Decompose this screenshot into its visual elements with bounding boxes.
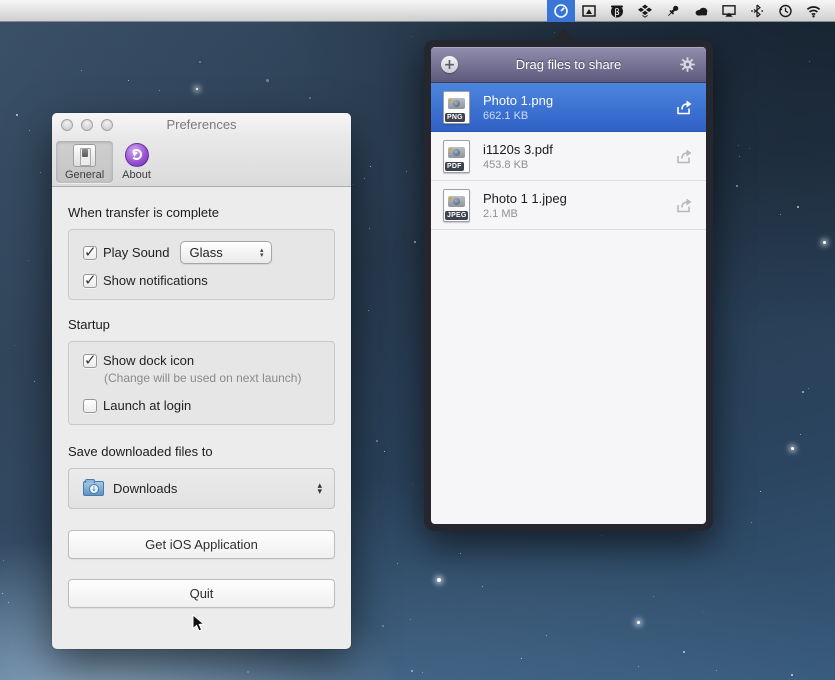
upload-tray-icon[interactable] <box>575 0 603 22</box>
sound-select-value: Glass <box>190 245 223 260</box>
file-name: Photo 1.png <box>483 93 674 108</box>
pin-icon[interactable] <box>659 0 687 22</box>
app-menubar-icon[interactable] <box>547 0 575 22</box>
downloads-folder-select[interactable]: ↓ Downloads ▴ ▾ <box>68 468 335 509</box>
file-row[interactable]: PDF i1120s 3.pdf 453.8 KB <box>431 132 706 181</box>
switch-icon <box>73 144 96 167</box>
quit-button[interactable]: Quit <box>68 579 335 608</box>
settings-button[interactable] <box>679 56 696 73</box>
tab-about-label: About <box>122 169 151 181</box>
cloud-icon[interactable] <box>687 0 715 22</box>
share-button[interactable] <box>674 197 694 214</box>
file-type-icon: PNG <box>443 91 470 124</box>
launch-at-login-checkbox[interactable]: ✓ <box>83 399 97 413</box>
file-type-icon: PDF <box>443 140 470 173</box>
show-notifications-checkbox[interactable]: ✓ <box>83 274 97 288</box>
bluetooth-icon[interactable] <box>743 0 771 22</box>
download-arrow-icon: ↓ <box>89 484 99 494</box>
add-file-button[interactable]: + <box>441 56 458 73</box>
play-sound-checkbox[interactable]: ✓ <box>83 246 97 260</box>
wifi-icon[interactable] <box>799 0 827 22</box>
file-type-badge: JPEG <box>445 211 468 220</box>
svg-text:β: β <box>614 8 620 18</box>
share-popover: + Drag files to share <box>424 40 713 531</box>
popover-arrow <box>552 29 576 40</box>
circular-arrow-icon <box>131 149 142 160</box>
startup-groupbox: ✓ Show dock icon (Change will be used on… <box>68 341 335 425</box>
launch-at-login-label[interactable]: Launch at login <box>103 398 191 413</box>
popover-header: + Drag files to share <box>431 47 706 83</box>
photo-thumbnail-icon <box>448 196 465 207</box>
traffic-lights <box>61 119 113 131</box>
timer-circle-icon <box>553 3 569 19</box>
get-ios-application-button[interactable]: Get iOS Application <box>68 530 335 559</box>
file-size: 662.1 KB <box>483 110 674 122</box>
share-arrow-icon <box>674 148 694 165</box>
airplay-icon[interactable] <box>715 0 743 22</box>
select-arrows-icon: ▴ ▾ <box>260 248 264 258</box>
titlebar[interactable]: Preferences <box>52 113 351 137</box>
dock-icon-note: (Change will be used on next launch) <box>104 371 320 385</box>
zoom-button[interactable] <box>101 119 113 131</box>
file-type-badge: PNG <box>445 113 465 122</box>
preferences-content: When transfer is complete ✓ Play Sound G… <box>52 187 351 608</box>
downloads-folder-value: Downloads <box>113 481 177 496</box>
about-app-icon <box>125 143 149 167</box>
tab-general[interactable]: General <box>56 141 113 183</box>
popover-title: Drag files to share <box>458 57 679 72</box>
transfer-groupbox: ✓ Play Sound Glass ▴ ▾ ✓ Show notificati… <box>68 229 335 300</box>
check-icon: ✓ <box>84 243 97 261</box>
photo-thumbnail-icon <box>448 147 465 158</box>
transfer-section-heading: When transfer is complete <box>68 205 335 220</box>
sound-select[interactable]: Glass ▴ ▾ <box>180 241 272 264</box>
select-arrows-icon: ▴ ▾ <box>317 483 322 495</box>
time-machine-icon[interactable] <box>771 0 799 22</box>
file-name: Photo 1 1.jpeg <box>483 191 674 206</box>
menu-bar-extras: β <box>547 0 827 22</box>
startup-section-heading: Startup <box>68 317 335 332</box>
file-name: i1120s 3.pdf <box>483 142 674 157</box>
play-sound-label[interactable]: Play Sound <box>103 245 170 260</box>
file-list: PNG Photo 1.png 662.1 KB PDF <box>431 83 706 524</box>
file-type-icon: JPEG <box>443 189 470 222</box>
dropbox-icon[interactable] <box>631 0 659 22</box>
menu-bar: β <box>0 0 835 22</box>
share-arrow-icon <box>674 197 694 214</box>
save-section-heading: Save downloaded files to <box>68 444 335 459</box>
share-button[interactable] <box>674 148 694 165</box>
mouse-cursor <box>192 614 205 633</box>
show-dock-icon-checkbox[interactable]: ✓ <box>83 354 97 368</box>
show-dock-icon-label[interactable]: Show dock icon <box>103 353 194 368</box>
close-button[interactable] <box>61 119 73 131</box>
preferences-toolbar: General About <box>52 137 351 187</box>
file-size: 2.1 MB <box>483 208 674 220</box>
check-icon: ✓ <box>84 351 97 369</box>
share-arrow-icon <box>674 99 694 116</box>
plus-icon: + <box>444 57 456 73</box>
tab-about[interactable]: About <box>113 140 160 183</box>
file-row[interactable]: JPEG Photo 1 1.jpeg 2.1 MB <box>431 181 706 230</box>
share-button[interactable] <box>674 99 694 116</box>
show-notifications-label[interactable]: Show notifications <box>103 273 208 288</box>
file-size: 453.8 KB <box>483 159 674 171</box>
file-row[interactable]: PNG Photo 1.png 662.1 KB <box>431 83 706 132</box>
minimize-button[interactable] <box>81 119 93 131</box>
tab-general-label: General <box>65 169 104 181</box>
preferences-window: Preferences General About When transfer … <box>52 113 351 649</box>
photo-thumbnail-icon <box>448 98 465 109</box>
file-type-badge: PDF <box>445 162 464 171</box>
gear-icon <box>680 57 695 72</box>
popover-body: + Drag files to share <box>431 47 706 524</box>
check-icon: ✓ <box>84 271 97 289</box>
beta-icon[interactable]: β <box>603 0 631 22</box>
downloads-folder-icon: ↓ <box>83 481 104 496</box>
